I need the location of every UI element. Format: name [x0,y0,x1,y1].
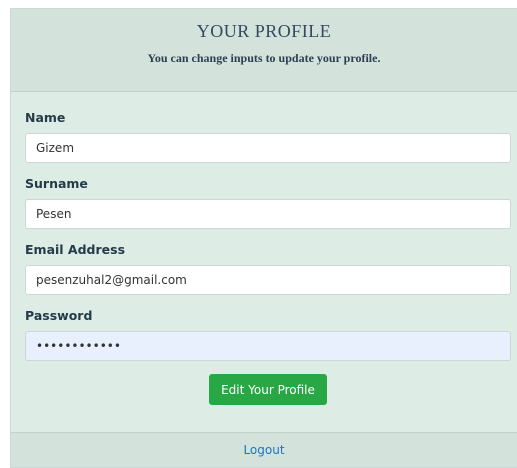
profile-card: YOUR PROFILE You can change inputs to up… [10,8,517,468]
password-label: Password [25,308,93,323]
surname-input[interactable] [25,199,511,229]
name-input[interactable] [25,133,511,163]
password-input[interactable] [25,331,511,361]
card-header: YOUR PROFILE You can change inputs to up… [11,9,517,92]
email-label: Email Address [25,242,126,257]
page-title: YOUR PROFILE [196,21,332,41]
button-row: Edit Your Profile [25,374,511,405]
page-subtitle: You can change inputs to update your pro… [147,51,381,65]
card-footer: Logout [11,432,517,467]
edit-profile-button[interactable]: Edit Your Profile [209,374,327,405]
name-label: Name [25,110,66,125]
email-input[interactable] [25,265,511,295]
surname-label: Surname [25,176,88,191]
logout-link[interactable]: Logout [243,443,284,457]
profile-form: Name Surname Email Address Password Edit… [11,92,517,405]
